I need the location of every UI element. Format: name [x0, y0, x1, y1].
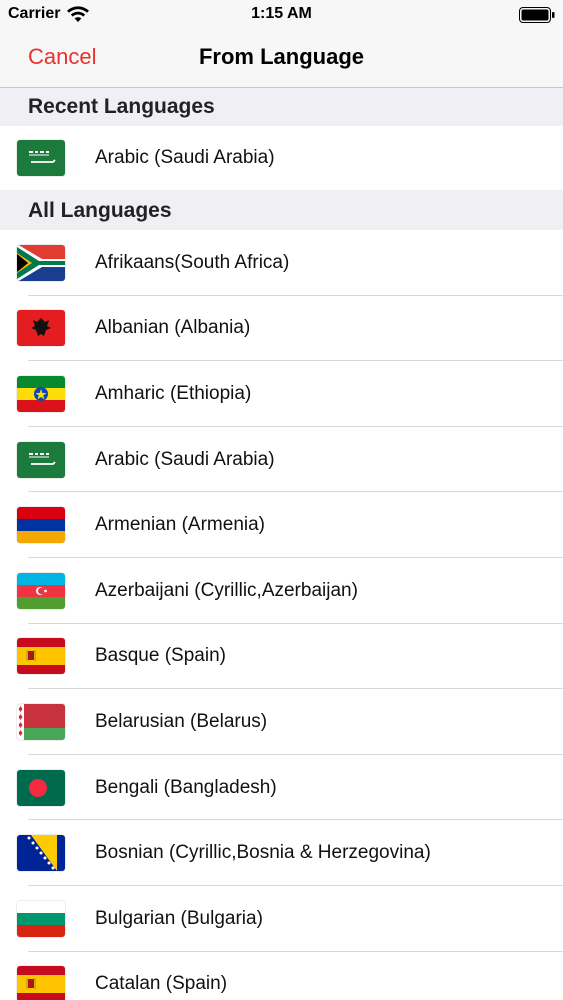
list-item[interactable]: Armenian (Armenia) — [0, 492, 563, 558]
albania-flag-icon — [17, 310, 65, 347]
list-item[interactable]: Amharic (Ethiopia) — [0, 361, 563, 427]
language-label: Bengali (Bangladesh) — [95, 776, 277, 798]
spain-flag-icon — [17, 966, 65, 1000]
list-item[interactable]: Catalan (Spain) — [0, 951, 563, 1000]
recent-languages-header: Recent Languages — [0, 88, 563, 126]
list-item[interactable]: Afrikaans(South Africa) — [0, 230, 563, 296]
language-label: Albanian (Albania) — [95, 317, 251, 339]
language-label: Basque (Spain) — [95, 645, 226, 667]
south-africa-flag-icon — [17, 244, 65, 281]
recent-languages-list: Arabic (Saudi Arabia) — [0, 126, 563, 190]
list-item[interactable]: Azerbaijani (Cyrillic,Azerbaijan) — [0, 557, 563, 624]
saudi-arabia-flag-icon — [17, 441, 65, 478]
list-item[interactable]: Albanian (Albania) — [0, 295, 563, 362]
section-header-label: All Languages — [28, 199, 172, 222]
status-bar: Carrier 1:15 AM — [0, 0, 563, 30]
language-label: Bosnian (Cyrillic,Bosnia & Herzegovina) — [95, 842, 431, 864]
list-item[interactable]: Belarusian (Belarus) — [0, 689, 563, 755]
section-header-label: Recent Languages — [28, 95, 215, 118]
language-label: Catalan (Spain) — [95, 973, 228, 995]
list-item[interactable]: Bengali (Bangladesh) — [0, 754, 563, 821]
clock: 1:15 AM — [251, 5, 312, 22]
all-languages-header: All Languages — [0, 190, 563, 230]
all-languages-list: Afrikaans(South Africa) Albanian (Albani… — [0, 230, 563, 1000]
language-label: Armenian (Armenia) — [95, 514, 265, 536]
battery-icon — [519, 7, 555, 23]
bosnia-flag-icon — [17, 835, 65, 872]
language-label: Azerbaijani (Cyrillic,Azerbaijan) — [95, 579, 358, 601]
azerbaijan-flag-icon — [17, 572, 65, 609]
language-label: Arabic (Saudi Arabia) — [95, 448, 275, 470]
armenia-flag-icon — [17, 507, 65, 544]
list-item[interactable]: Basque (Spain) — [0, 623, 563, 690]
list-item[interactable]: Bosnian (Cyrillic,Bosnia & Herzegovina) — [0, 820, 563, 886]
cancel-button[interactable]: Cancel — [28, 44, 96, 70]
saudi-arabia-flag-icon — [17, 140, 65, 176]
language-label: Belarusian (Belarus) — [95, 710, 268, 732]
bulgaria-flag-icon — [17, 900, 65, 937]
ethiopia-flag-icon — [17, 375, 65, 412]
belarus-flag-icon — [17, 703, 65, 740]
list-item[interactable]: Arabic (Saudi Arabia) — [0, 426, 563, 493]
spain-flag-icon — [17, 638, 65, 675]
language-label: Amharic (Ethiopia) — [95, 382, 252, 404]
language-label: Afrikaans(South Africa) — [95, 251, 290, 273]
language-label: Bulgarian (Bulgaria) — [95, 907, 263, 929]
list-item[interactable]: Arabic (Saudi Arabia) — [0, 126, 563, 190]
language-label: Arabic (Saudi Arabia) — [95, 147, 275, 168]
navigation-bar: Cancel From Language — [0, 30, 563, 88]
list-item[interactable]: Bulgarian (Bulgaria) — [0, 885, 563, 952]
bangladesh-flag-icon — [17, 769, 65, 806]
